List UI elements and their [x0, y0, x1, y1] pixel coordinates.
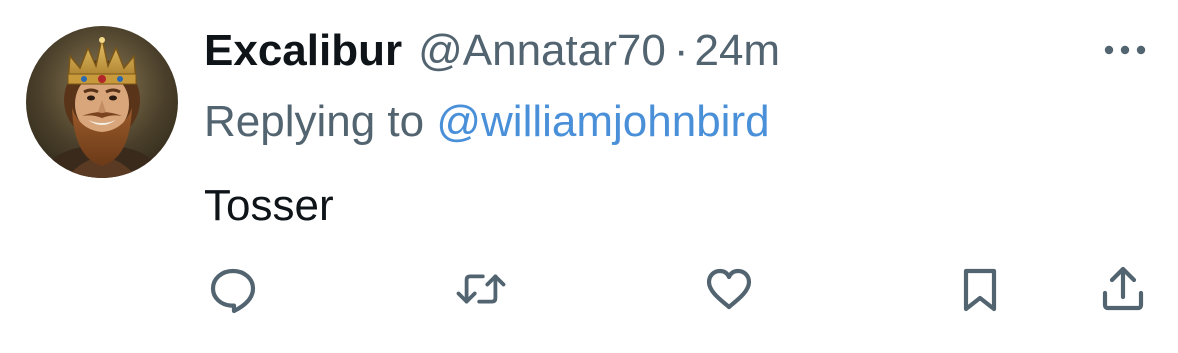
like-button[interactable] [702, 262, 756, 316]
tweet-card[interactable]: Excalibur @Annatar70 · 24m Replying to @… [0, 0, 1178, 353]
replying-to-label: Replying to [204, 97, 437, 146]
bookmark-button[interactable] [953, 262, 1007, 316]
avatar-king-image [26, 26, 178, 178]
retweet-icon [456, 274, 506, 304]
more-horizontal-icon [1104, 45, 1146, 55]
avatar[interactable] [26, 26, 178, 178]
heart-icon [706, 268, 752, 310]
separator-dot: · [673, 26, 689, 75]
replying-to-line: Replying to @williamjohnbird [204, 96, 770, 148]
reply-bubble-icon [210, 268, 256, 314]
share-button[interactable] [1096, 262, 1150, 316]
bookmark-icon [963, 268, 997, 312]
reply-button[interactable] [206, 262, 260, 316]
replying-to-handle[interactable]: @williamjohnbird [436, 97, 769, 146]
share-upload-icon [1102, 266, 1144, 311]
retweet-button[interactable] [454, 262, 508, 316]
timestamp[interactable]: 24m [694, 26, 780, 76]
tweet-text: Tosser [204, 181, 334, 230]
tweet-header: Excalibur @Annatar70 · 24m [204, 26, 780, 76]
user-handle[interactable]: @Annatar70 [418, 26, 666, 76]
more-options-button[interactable] [1100, 38, 1150, 62]
display-name[interactable]: Excalibur [204, 26, 402, 76]
